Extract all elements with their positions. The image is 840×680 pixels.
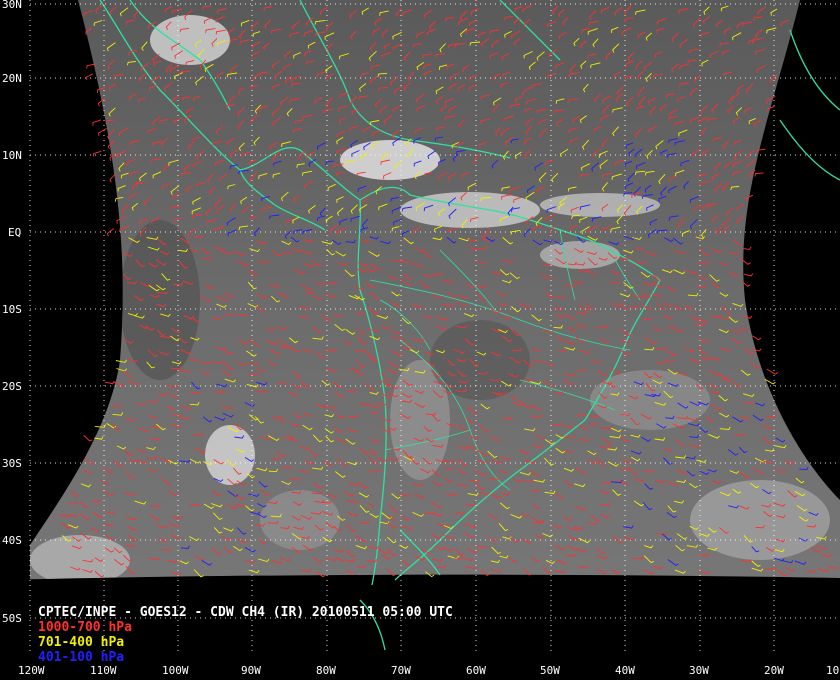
wind-barb	[98, 128, 107, 137]
legend-low-level: 1000-700 hPa	[38, 620, 132, 635]
lat-label-30n: 30N	[2, 0, 22, 11]
lat-label-10s: 10S	[2, 303, 22, 316]
lat-label-10n: 10N	[2, 149, 22, 162]
lat-label-40s: 40S	[2, 534, 22, 547]
legend-mid-level: 701-400 hPa	[38, 635, 124, 650]
wind-barb	[766, 368, 779, 375]
wind-barb	[104, 380, 115, 385]
wind-barb	[752, 335, 762, 341]
wind-barb	[92, 150, 102, 157]
lat-label-50s: 50S	[2, 612, 22, 625]
legend-high-level: 401-100 hPa	[38, 650, 124, 665]
lon-label-60w: 60W	[466, 664, 486, 677]
satellite-wind-map: 30N 20N 10N EQ 10S 20S 30S 40S 50S 120W …	[0, 0, 840, 680]
lat-label-30s: 30S	[2, 457, 22, 470]
lat-label-20s: 20S	[2, 380, 22, 393]
lat-label-20n: 20N	[2, 72, 22, 85]
lat-label-eq: EQ	[8, 226, 21, 239]
latitude-labels: 30N 20N 10N EQ 10S 20S 30S 40S 50S	[2, 0, 22, 625]
wind-barb	[743, 273, 754, 277]
lon-label-20w: 20W	[764, 664, 784, 677]
lon-label-120w: 120W	[18, 664, 45, 677]
wind-barb	[742, 246, 752, 250]
lon-label-10: 10	[826, 664, 839, 677]
wind-barb	[92, 119, 102, 126]
lon-label-80w: 80W	[316, 664, 336, 677]
lon-label-40w: 40W	[615, 664, 635, 677]
lon-label-30w: 30W	[689, 664, 709, 677]
wind-barb	[83, 434, 93, 442]
lon-label-100w: 100W	[162, 664, 189, 677]
lon-label-70w: 70W	[391, 664, 411, 677]
map-title: CPTEC/INPE - GOES12 - CDW CH4 (IR) 20100…	[38, 605, 453, 620]
wind-barb	[754, 172, 764, 177]
lon-label-90w: 90W	[241, 664, 261, 677]
lon-label-110w: 110W	[90, 664, 117, 677]
wind-barb	[86, 73, 94, 81]
lon-label-50w: 50W	[540, 664, 560, 677]
